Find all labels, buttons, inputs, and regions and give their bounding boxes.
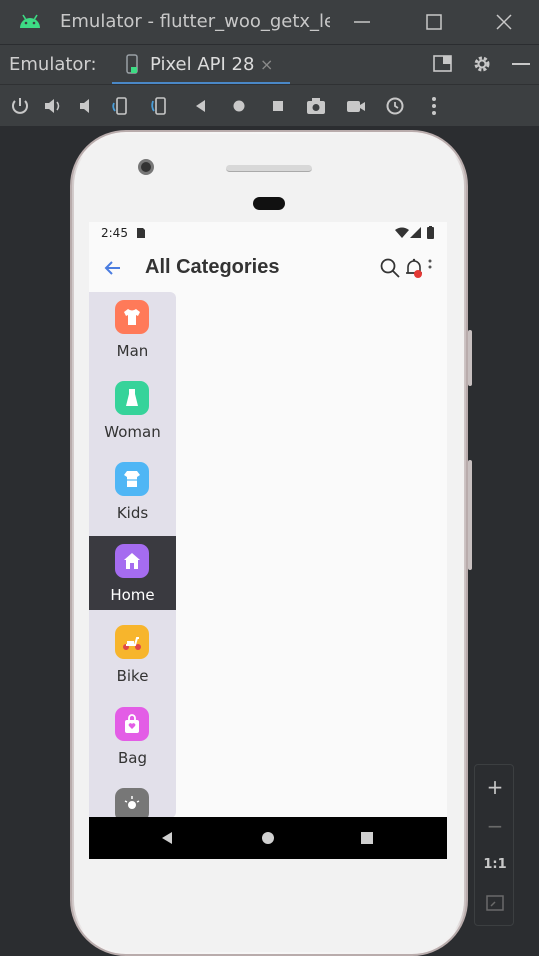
home-button-icon[interactable] — [228, 95, 250, 117]
app-bar: All Categories — [89, 244, 447, 292]
category-label: Woman — [104, 423, 161, 441]
device-screen: 2:45 All Categories Man Woman Kids Home … — [89, 222, 447, 859]
signal-icon — [410, 227, 421, 238]
battery-icon — [427, 226, 434, 239]
tab-pixel-api-28[interactable]: Pixel API 28 × — [112, 45, 290, 85]
android-icon — [20, 14, 40, 28]
rotate-right-icon[interactable] — [149, 95, 171, 117]
earpiece-speaker — [226, 165, 312, 172]
lamp-icon — [115, 788, 149, 818]
category-item-bag[interactable]: Bag — [89, 699, 176, 773]
emulator-label: Emulator: — [9, 54, 97, 75]
page-title: All Categories — [145, 256, 280, 278]
search-icon[interactable] — [379, 257, 401, 279]
overflow-menu-icon[interactable] — [427, 258, 433, 276]
category-label: Man — [116, 342, 149, 360]
back-button-icon[interactable] — [190, 95, 212, 117]
status-time: 2:45 — [101, 226, 128, 240]
emulator-toolbar — [0, 84, 539, 126]
camera-icon[interactable] — [305, 95, 327, 117]
snapshot-restore-icon[interactable] — [384, 95, 406, 117]
minimize-icon[interactable] — [350, 10, 374, 34]
device-volume-button[interactable] — [468, 460, 472, 570]
proximity-sensor — [253, 197, 285, 210]
kids-dress-icon — [115, 462, 149, 496]
phone-icon — [126, 54, 138, 74]
layout-icon[interactable] — [432, 53, 454, 75]
device-power-button[interactable] — [468, 330, 472, 386]
gear-icon[interactable] — [471, 53, 493, 75]
sim-card-icon — [137, 228, 145, 238]
category-label: Kids — [116, 504, 149, 522]
shirt-icon — [115, 300, 149, 334]
category-sidebar: Man Woman Kids Home Bike Bag — [89, 292, 176, 818]
hide-panel-icon[interactable] — [510, 53, 532, 75]
front-camera — [138, 159, 154, 175]
category-label: Bike — [116, 667, 149, 685]
tab-close-button[interactable]: × — [260, 55, 273, 74]
android-nav-bar — [89, 817, 447, 859]
nav-home-icon[interactable] — [260, 830, 276, 846]
fit-screen-icon[interactable] — [483, 891, 507, 915]
screen-record-icon[interactable] — [345, 95, 367, 117]
status-bar: 2:45 — [89, 222, 447, 244]
back-arrow-icon[interactable] — [103, 258, 123, 278]
zoom-panel: + − 1:1 — [474, 764, 514, 926]
overview-button-icon[interactable] — [267, 95, 289, 117]
home-icon — [115, 544, 149, 578]
category-item-man[interactable]: Man — [89, 292, 176, 366]
zoom-1-1-button[interactable]: 1:1 — [483, 853, 507, 877]
power-icon[interactable] — [9, 95, 31, 117]
zoom-in-button[interactable]: + — [483, 775, 507, 799]
category-label: Bag — [117, 749, 147, 767]
maximize-icon[interactable] — [422, 10, 446, 34]
rotate-left-icon[interactable] — [110, 95, 132, 117]
close-icon[interactable] — [492, 10, 516, 34]
category-item-home[interactable]: Home — [89, 536, 176, 610]
category-item-lamp[interactable] — [89, 780, 176, 818]
category-label: Home — [110, 586, 155, 604]
window-title: Emulator - flutter_woo_getx_le — [60, 11, 330, 32]
dress-icon — [115, 381, 149, 415]
volume-up-icon[interactable] — [42, 95, 64, 117]
wifi-icon — [395, 227, 409, 238]
scooter-icon — [115, 625, 149, 659]
category-item-bike[interactable]: Bike — [89, 617, 176, 691]
emulator-tabbar: Emulator: Pixel API 28 × — [0, 44, 539, 85]
tab-label: Pixel API 28 — [150, 54, 255, 75]
category-item-kids[interactable]: Kids — [89, 454, 176, 528]
nav-back-icon[interactable] — [159, 830, 175, 846]
nav-overview-icon[interactable] — [359, 830, 375, 846]
more-options-icon[interactable] — [423, 95, 445, 117]
volume-down-icon[interactable] — [76, 95, 98, 117]
bell-icon[interactable] — [405, 257, 423, 279]
category-item-woman[interactable]: Woman — [89, 373, 176, 447]
zoom-out-button[interactable]: − — [483, 814, 507, 838]
bag-icon — [115, 707, 149, 741]
window-titlebar: Emulator - flutter_woo_getx_le — [0, 0, 539, 44]
